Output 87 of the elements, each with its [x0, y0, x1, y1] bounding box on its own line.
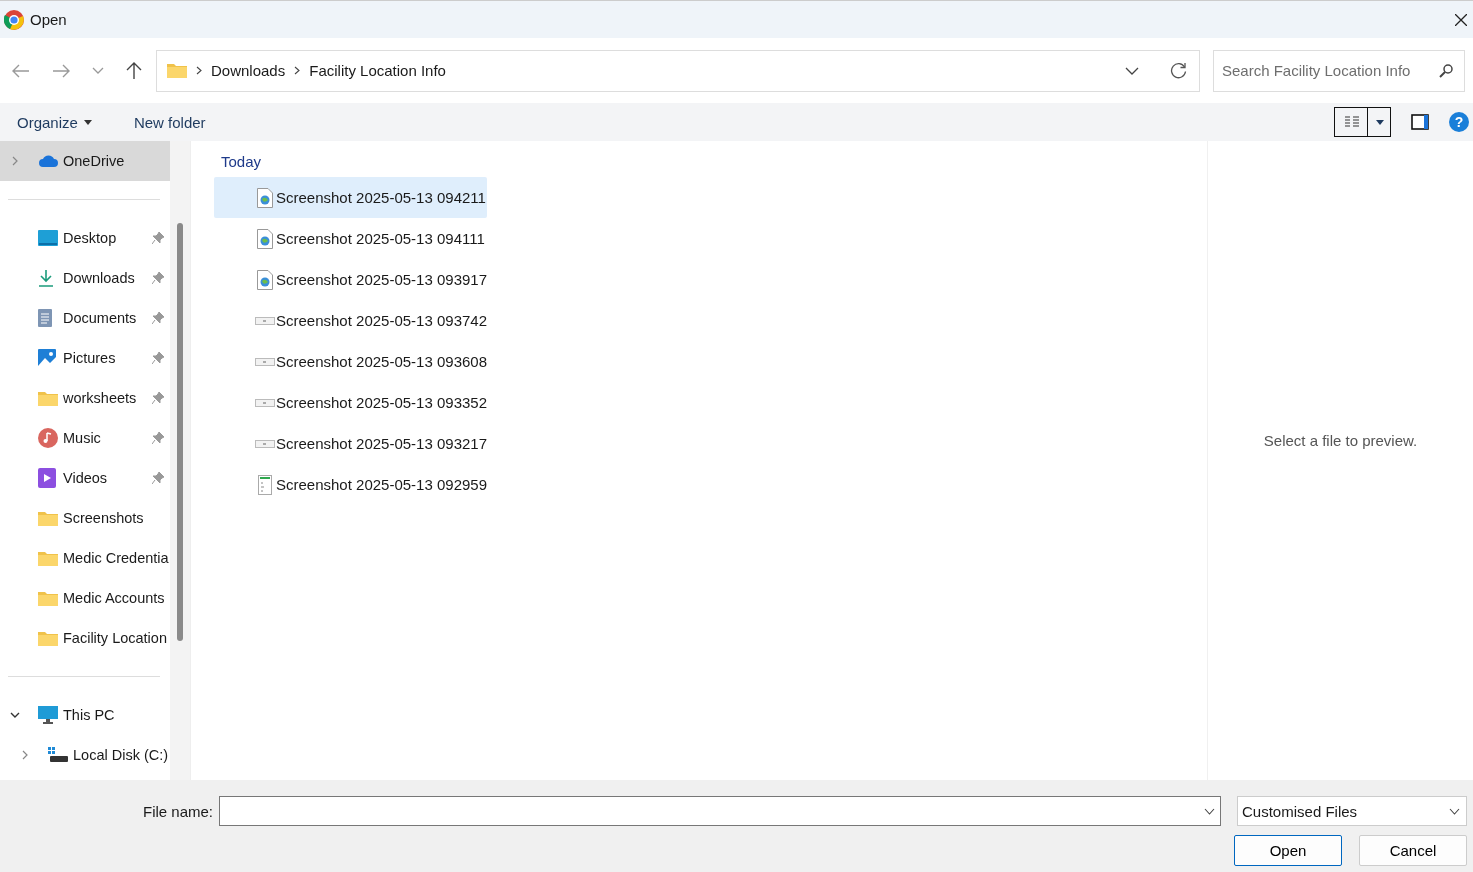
close-icon[interactable]	[1455, 13, 1467, 26]
chevron-down-icon[interactable]	[10, 710, 20, 720]
disk-drive-icon	[48, 747, 68, 763]
new-folder-button[interactable]: New folder	[122, 109, 217, 135]
music-icon	[38, 428, 58, 448]
dropdown-chevron-icon	[1204, 808, 1216, 815]
file-name-field[interactable]	[219, 796, 1222, 826]
window-title: Open	[30, 11, 67, 28]
image-file-icon	[257, 269, 273, 290]
sidebar-item[interactable]: Medic Accounts	[0, 578, 170, 618]
view-options-button[interactable]	[1334, 107, 1391, 137]
pin-icon	[152, 232, 164, 244]
sidebar-item[interactable]: Medic Credentia	[0, 538, 170, 578]
file-item[interactable]: Screenshot 2025-05-13 093217	[214, 423, 487, 464]
file-item[interactable]: Screenshot 2025-05-13 094211	[214, 177, 487, 218]
file-item[interactable]: Screenshot 2025-05-13 093917	[214, 259, 487, 300]
preview-message: Select a file to preview.	[1263, 432, 1418, 449]
list-view-icon	[1345, 116, 1359, 128]
app-logo-icon	[4, 9, 24, 30]
sidebar-item[interactable]: Pictures	[0, 338, 170, 378]
search-field[interactable]: Search Facility Location Info	[1213, 49, 1465, 92]
caret-icon	[83, 119, 92, 125]
pin-icon	[152, 272, 164, 284]
folder-icon	[38, 630, 58, 646]
sidebar-item[interactable]: Screenshots	[0, 498, 170, 538]
sidebar-item[interactable]: Music	[0, 418, 170, 458]
dropdown-chevron-icon[interactable]	[1125, 66, 1139, 75]
breadcrumb-separator-icon	[196, 66, 202, 75]
sidebar-item[interactable]: Downloads	[0, 258, 170, 298]
sidebar-item[interactable]: Facility Location	[0, 618, 170, 658]
file-item[interactable]: Screenshot 2025-05-13 092959	[214, 464, 487, 505]
open-button[interactable]: Open	[1234, 835, 1342, 866]
caret-icon	[1376, 119, 1384, 125]
cloud-icon	[38, 154, 58, 168]
sidebar-item[interactable]: This PC	[0, 695, 170, 735]
file-item[interactable]: Screenshot 2025-05-13 093352	[214, 382, 487, 423]
chevron-right-icon[interactable]	[20, 750, 30, 760]
image-thumbnail-icon	[255, 439, 275, 448]
address-bar[interactable]: Downloads Facility Location Info	[156, 49, 1200, 92]
document-icon	[38, 309, 52, 327]
sidebar-item[interactable]: worksheets	[0, 378, 170, 418]
organize-button[interactable]: Organize	[6, 109, 103, 135]
download-icon	[38, 269, 54, 287]
folder-icon	[38, 390, 58, 406]
image-file-icon	[257, 187, 273, 208]
preview-pane-icon[interactable]	[1411, 114, 1429, 130]
image-thumbnail-icon	[255, 398, 275, 407]
sidebar-item[interactable]: Local Disk (C:)	[0, 735, 170, 775]
file-item[interactable]: Screenshot 2025-05-13 093608	[214, 341, 487, 382]
help-icon[interactable]: ?	[1449, 112, 1469, 132]
video-icon	[38, 468, 56, 488]
image-file-icon	[257, 228, 273, 249]
sidebar-item[interactable]: Desktop	[0, 218, 170, 258]
image-thumbnail-icon	[255, 357, 275, 366]
pin-icon	[152, 472, 164, 484]
group-header: Today	[221, 153, 263, 170]
pin-icon	[152, 392, 164, 404]
sidebar-item[interactable]: OneDrive	[0, 141, 170, 181]
folder-icon	[38, 590, 58, 606]
file-item[interactable]: Screenshot 2025-05-13 093742	[214, 300, 487, 341]
back-arrow-icon[interactable]	[12, 63, 30, 78]
monitor-icon	[38, 706, 58, 724]
breadcrumb[interactable]: Downloads	[211, 62, 286, 79]
pin-icon	[152, 352, 164, 364]
cancel-button[interactable]: Cancel	[1359, 835, 1467, 866]
up-arrow-icon[interactable]	[126, 61, 142, 80]
breadcrumb-separator-icon	[294, 66, 301, 75]
forward-arrow-icon[interactable]	[52, 63, 70, 78]
spreadsheet-thumbnail-icon	[258, 474, 272, 495]
refresh-icon[interactable]	[1170, 62, 1187, 79]
breadcrumb[interactable]: Facility Location Info	[309, 62, 446, 79]
pictures-icon	[38, 349, 56, 367]
file-type-dropdown[interactable]: Customised Files	[1237, 796, 1467, 826]
pin-icon	[152, 312, 164, 324]
pin-icon	[152, 432, 164, 444]
folder-icon	[167, 63, 187, 78]
search-icon	[1439, 63, 1453, 78]
sidebar-item[interactable]: Documents	[0, 298, 170, 338]
desktop-icon	[38, 230, 58, 246]
folder-icon	[38, 550, 58, 566]
file-name-label: File name:	[143, 802, 214, 820]
image-thumbnail-icon	[255, 316, 275, 325]
folder-icon	[38, 510, 58, 526]
file-item[interactable]: Screenshot 2025-05-13 094111	[214, 218, 487, 259]
dropdown-chevron-icon	[1449, 807, 1460, 815]
scrollbar-thumb[interactable]	[177, 223, 183, 641]
sidebar-item[interactable]: Videos	[0, 458, 170, 498]
